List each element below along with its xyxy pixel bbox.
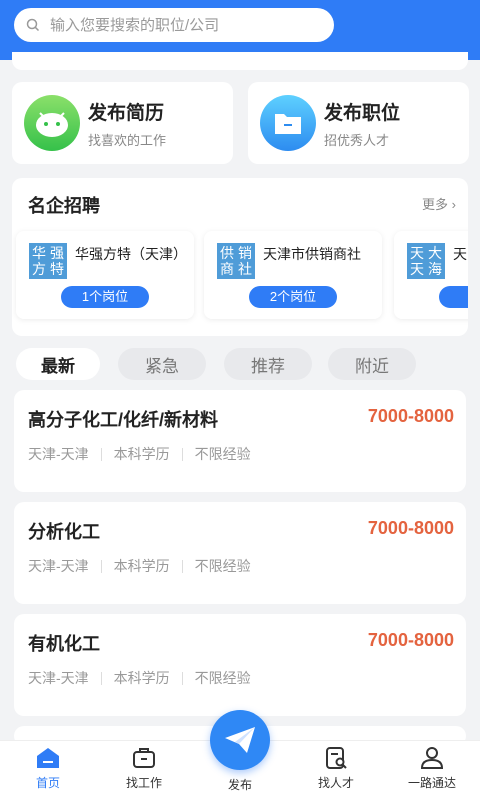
nav-find-talent[interactable]: 找人才	[296, 745, 376, 791]
publish-fab-button[interactable]	[210, 710, 270, 770]
nav-yilutongda[interactable]: 一路通达	[392, 745, 472, 791]
user-icon	[420, 747, 444, 769]
publish-job-subtitle: 招优秀人才	[324, 132, 390, 148]
more-label: 更多	[422, 197, 449, 212]
tab-nearby[interactable]: 附近	[328, 348, 416, 380]
publish-resume-card[interactable]: 发布简历 找喜欢的工作	[12, 82, 233, 164]
job-location: 天津-天津	[28, 446, 89, 462]
banner-strip	[12, 52, 468, 70]
nav-find-job-label: 找工作	[125, 776, 162, 790]
divider	[100, 559, 102, 573]
job-salary: 7000-8000	[367, 630, 454, 650]
job-tags: 天津-天津 本科学历 不限经验	[28, 668, 251, 688]
job-location: 天津-天津	[28, 670, 89, 686]
publish-resume-title: 发布简历	[88, 102, 165, 124]
nav-home[interactable]: 首页	[8, 745, 88, 791]
resume-mascot-icon	[24, 95, 80, 151]
job-experience: 不限经验	[194, 558, 251, 574]
chevron-right-icon: ›	[451, 197, 456, 212]
job-location: 天津-天津	[28, 558, 89, 574]
job-card[interactable]: 高分子化工/化纤/新材料 7000-8000 天津-天津 本科学历 不限经验	[14, 390, 466, 492]
paper-plane-icon	[225, 727, 255, 753]
job-education: 本科学历	[113, 446, 170, 462]
company-card[interactable]: 天大天海 天 3	[394, 231, 468, 319]
publish-job-title: 发布职位	[324, 102, 401, 124]
job-tags: 天津-天津 本科学历 不限经验	[28, 444, 251, 464]
home-icon	[37, 748, 59, 768]
company-logo: 华强方特	[29, 243, 67, 279]
company-name: 天津市供销商社	[263, 246, 361, 262]
job-experience: 不限经验	[194, 446, 251, 462]
job-education: 本科学历	[113, 670, 170, 686]
company-logo: 供销商社	[217, 243, 255, 279]
company-name: 华强方特（天津）	[75, 246, 187, 262]
publish-resume-subtitle: 找喜欢的工作	[88, 132, 167, 148]
briefcase-icon	[133, 748, 155, 768]
divider	[181, 559, 183, 573]
section-title: 名企招聘	[28, 196, 100, 216]
publish-job-card[interactable]: 发布职位 招优秀人才	[248, 82, 469, 164]
search-icon	[26, 18, 40, 32]
divider	[181, 447, 183, 461]
job-tags: 天津-天津 本科学历 不限经验	[28, 556, 251, 576]
nav-publish-label: 发布	[227, 778, 252, 792]
job-filter-tabs: 最新 紧急 推荐 附近	[16, 348, 466, 382]
divider	[100, 447, 102, 461]
job-card[interactable]: 有机化工 7000-8000 天津-天津 本科学历 不限经验	[14, 614, 466, 716]
search-bar[interactable]	[14, 8, 334, 42]
job-card[interactable]: 分析化工 7000-8000 天津-天津 本科学历 不限经验	[14, 502, 466, 604]
tab-urgent[interactable]: 紧急	[118, 348, 206, 380]
company-card[interactable]: 华强方特 华强方特（天津） 1个岗位	[16, 231, 194, 319]
tab-recommend[interactable]: 推荐	[224, 348, 312, 380]
job-title: 分析化工	[28, 522, 100, 542]
talent-search-icon	[326, 747, 347, 769]
divider	[100, 671, 102, 685]
nav-find-job[interactable]: 找工作	[104, 745, 184, 791]
nav-yilutongda-label: 一路通达	[407, 776, 456, 790]
more-link[interactable]: 更多 ›	[422, 194, 456, 213]
nav-find-talent-label: 找人才	[317, 776, 354, 790]
company-card[interactable]: 供销商社 天津市供销商社 2个岗位	[204, 231, 382, 319]
job-experience: 不限经验	[194, 670, 251, 686]
job-salary: 7000-8000	[367, 518, 454, 538]
folder-icon	[260, 95, 316, 151]
company-logo: 天大天海	[407, 243, 445, 279]
job-education: 本科学历	[113, 558, 170, 574]
divider	[181, 671, 183, 685]
job-title: 高分子化工/化纤/新材料	[28, 410, 219, 430]
company-jobs-badge[interactable]: 3	[439, 286, 468, 308]
company-name: 天	[453, 246, 467, 262]
job-title: 有机化工	[28, 634, 100, 654]
famous-companies-section: 名企招聘 更多 › 华强方特 华强方特（天津） 1个岗位 供销商社 天津市供销商…	[12, 178, 468, 336]
top-bar	[0, 0, 480, 60]
search-input[interactable]	[50, 16, 310, 34]
nav-home-label: 首页	[35, 776, 60, 790]
company-jobs-badge[interactable]: 1个岗位	[61, 286, 149, 308]
job-salary: 7000-8000	[367, 406, 454, 426]
tab-latest[interactable]: 最新	[16, 348, 100, 380]
company-jobs-badge[interactable]: 2个岗位	[249, 286, 337, 308]
